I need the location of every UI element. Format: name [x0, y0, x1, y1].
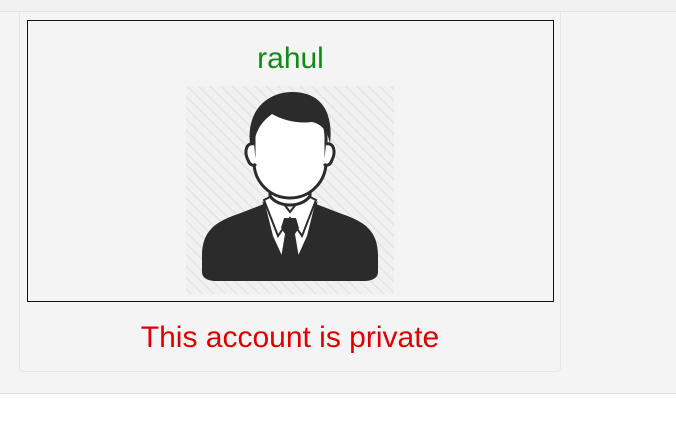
page-panel: rahul This account is private: [0, 12, 676, 394]
profile-box: rahul: [27, 20, 554, 302]
private-account-message: This account is private: [140, 321, 440, 354]
profile-card: rahul This account is private: [19, 12, 561, 372]
person-in-suit-avatar-icon: [186, 86, 394, 294]
top-strip: [0, 0, 676, 12]
username: rahul: [257, 42, 324, 75]
